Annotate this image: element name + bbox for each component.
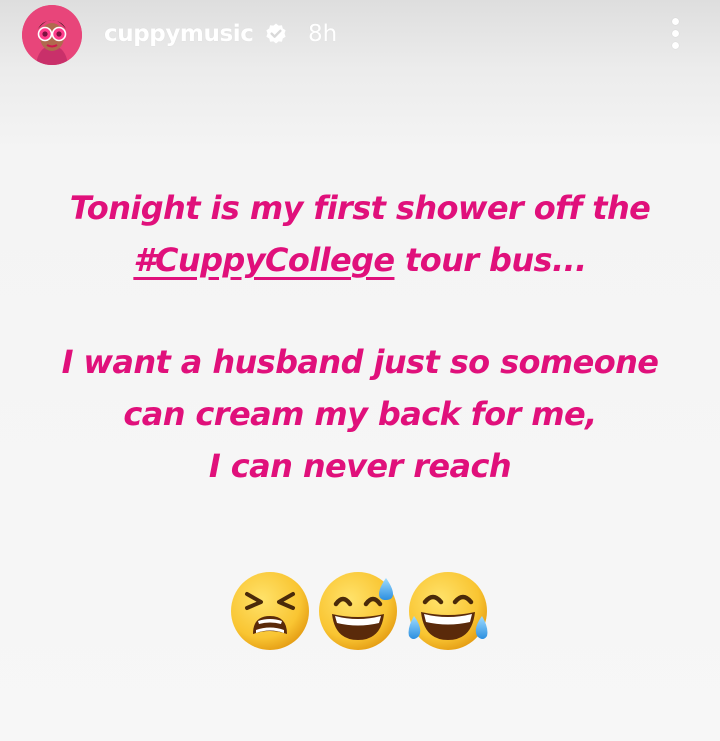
more-options-icon[interactable] [662, 14, 690, 52]
hashtag-link[interactable]: #CuppyCollege [133, 241, 395, 279]
tears-of-joy-icon [405, 570, 488, 652]
verified-badge-icon [264, 22, 288, 46]
story-line-hashtag: #CuppyCollege tour bus... [0, 234, 720, 286]
story-line: Tonight is my first shower off the [69, 189, 651, 227]
story-text-paragraph-1: Tonight is my first shower off the #Cupp… [0, 182, 720, 286]
story-line: I can never reach [208, 447, 512, 485]
story-line: can cream my back for me, [123, 395, 597, 433]
story-timestamp: 8h [308, 21, 338, 47]
grinning-sweat-icon [317, 570, 399, 652]
more-dot [672, 18, 679, 25]
profile-avatar[interactable] [22, 5, 82, 65]
tired-face-icon [229, 570, 311, 652]
story-header: cuppymusic 8h [0, 0, 720, 70]
more-dot [672, 42, 679, 49]
story-line-rest: tour bus... [394, 241, 587, 279]
story-text-paragraph-2: I want a husband just so someone can cre… [0, 336, 720, 492]
username[interactable]: cuppymusic [104, 19, 254, 49]
more-dot [672, 30, 679, 37]
story-line: I want a husband just so someone [61, 343, 659, 381]
emoji-row [229, 570, 491, 654]
